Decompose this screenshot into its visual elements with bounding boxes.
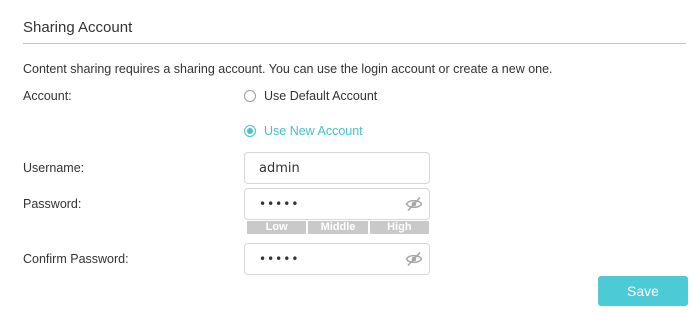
section-title: Sharing Account bbox=[23, 19, 133, 36]
section-divider bbox=[23, 43, 686, 44]
radio-button-unchecked[interactable] bbox=[244, 90, 256, 102]
strength-middle: Middle bbox=[308, 221, 368, 234]
confirm-password-label: Confirm Password: bbox=[23, 252, 129, 266]
radio-label-new: Use New Account bbox=[264, 124, 363, 138]
eye-slash-icon[interactable] bbox=[405, 250, 423, 268]
radio-button-checked[interactable] bbox=[244, 125, 256, 137]
username-label: Username: bbox=[23, 161, 85, 175]
confirm-password-field bbox=[244, 243, 430, 275]
radio-label-default: Use Default Account bbox=[264, 89, 378, 103]
password-strength-meter: Low Middle High bbox=[247, 221, 429, 234]
save-button[interactable]: Save bbox=[598, 276, 688, 306]
radio-use-default-account[interactable]: Use Default Account bbox=[244, 89, 377, 103]
password-label: Password: bbox=[23, 197, 82, 211]
password-input[interactable] bbox=[259, 189, 399, 219]
eye-slash-icon[interactable] bbox=[405, 195, 423, 213]
strength-high: High bbox=[369, 221, 429, 234]
username-input[interactable] bbox=[259, 153, 399, 183]
confirm-password-input[interactable] bbox=[259, 244, 399, 274]
password-field bbox=[244, 188, 430, 220]
strength-low: Low bbox=[247, 221, 307, 234]
username-field bbox=[244, 152, 430, 184]
account-label: Account: bbox=[23, 89, 72, 103]
radio-use-new-account[interactable]: Use New Account bbox=[244, 124, 363, 138]
section-description: Content sharing requires a sharing accou… bbox=[23, 62, 553, 76]
